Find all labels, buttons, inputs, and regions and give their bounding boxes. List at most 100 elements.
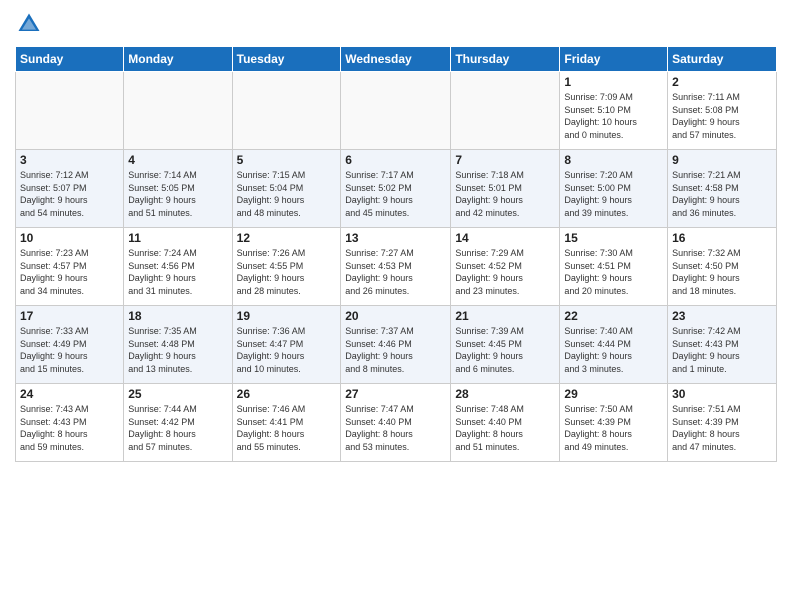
calendar-cell bbox=[124, 72, 232, 150]
day-info: Sunrise: 7:42 AM Sunset: 4:43 PM Dayligh… bbox=[672, 325, 772, 375]
day-info: Sunrise: 7:43 AM Sunset: 4:43 PM Dayligh… bbox=[20, 403, 119, 453]
day-number: 11 bbox=[128, 231, 227, 245]
day-info: Sunrise: 7:40 AM Sunset: 4:44 PM Dayligh… bbox=[564, 325, 663, 375]
day-number: 6 bbox=[345, 153, 446, 167]
day-info: Sunrise: 7:36 AM Sunset: 4:47 PM Dayligh… bbox=[237, 325, 337, 375]
day-info: Sunrise: 7:48 AM Sunset: 4:40 PM Dayligh… bbox=[455, 403, 555, 453]
day-info: Sunrise: 7:29 AM Sunset: 4:52 PM Dayligh… bbox=[455, 247, 555, 297]
day-info: Sunrise: 7:23 AM Sunset: 4:57 PM Dayligh… bbox=[20, 247, 119, 297]
calendar-cell: 12Sunrise: 7:26 AM Sunset: 4:55 PM Dayli… bbox=[232, 228, 341, 306]
day-number: 9 bbox=[672, 153, 772, 167]
calendar-week-row: 17 Sunrise: 7:33 AM Sunset: 4:49 PM Dayli… bbox=[16, 306, 777, 384]
calendar-cell: 29Sunrise: 7:50 AM Sunset: 4:39 PM Dayli… bbox=[560, 384, 668, 462]
calendar-cell: 1Sunrise: 7:09 AM Sunset: 5:10 PM Daylig… bbox=[560, 72, 668, 150]
day-number: 13 bbox=[345, 231, 446, 245]
calendar-week-row: 24 Sunrise: 7:43 AM Sunset: 4:43 PM Dayli… bbox=[16, 384, 777, 462]
calendar-cell: 22 Sunrise: 7:40 AM Sunset: 4:44 PM Dayli… bbox=[560, 306, 668, 384]
day-number: 5 bbox=[237, 153, 337, 167]
calendar-cell: 9 Sunrise: 7:21 AM Sunset: 4:58 PM Daylig… bbox=[668, 150, 777, 228]
calendar-table: SundayMondayTuesdayWednesdayThursdayFrid… bbox=[15, 46, 777, 462]
day-number: 25 bbox=[128, 387, 227, 401]
calendar-cell: 24 Sunrise: 7:43 AM Sunset: 4:43 PM Dayli… bbox=[16, 384, 124, 462]
calendar-cell: 13 Sunrise: 7:27 AM Sunset: 4:53 PM Dayli… bbox=[341, 228, 451, 306]
day-number: 1 bbox=[564, 75, 663, 89]
calendar-week-row: 10 Sunrise: 7:23 AM Sunset: 4:57 PM Dayli… bbox=[16, 228, 777, 306]
day-info: Sunrise: 7:37 AM Sunset: 4:46 PM Dayligh… bbox=[345, 325, 446, 375]
weekday-header-thursday: Thursday bbox=[451, 47, 560, 72]
day-number: 2 bbox=[672, 75, 772, 89]
day-number: 24 bbox=[20, 387, 119, 401]
day-info: Sunrise: 7:27 AM Sunset: 4:53 PM Dayligh… bbox=[345, 247, 446, 297]
day-number: 17 bbox=[20, 309, 119, 323]
day-info: Sunrise: 7:18 AM Sunset: 5:01 PM Dayligh… bbox=[455, 169, 555, 219]
calendar-week-row: 3 Sunrise: 7:12 AM Sunset: 5:07 PM Daylig… bbox=[16, 150, 777, 228]
day-number: 30 bbox=[672, 387, 772, 401]
calendar-cell: 4Sunrise: 7:14 AM Sunset: 5:05 PM Daylig… bbox=[124, 150, 232, 228]
weekday-header-tuesday: Tuesday bbox=[232, 47, 341, 72]
calendar-cell: 18Sunrise: 7:35 AM Sunset: 4:48 PM Dayli… bbox=[124, 306, 232, 384]
day-info: Sunrise: 7:39 AM Sunset: 4:45 PM Dayligh… bbox=[455, 325, 555, 375]
day-number: 10 bbox=[20, 231, 119, 245]
day-number: 8 bbox=[564, 153, 663, 167]
calendar-cell: 7 Sunrise: 7:18 AM Sunset: 5:01 PM Daylig… bbox=[451, 150, 560, 228]
logo-icon bbox=[15, 10, 43, 38]
calendar-cell: 15 Sunrise: 7:30 AM Sunset: 4:51 PM Dayli… bbox=[560, 228, 668, 306]
day-info: Sunrise: 7:12 AM Sunset: 5:07 PM Dayligh… bbox=[20, 169, 119, 219]
day-info: Sunrise: 7:32 AM Sunset: 4:50 PM Dayligh… bbox=[672, 247, 772, 297]
day-number: 29 bbox=[564, 387, 663, 401]
day-number: 7 bbox=[455, 153, 555, 167]
logo bbox=[15, 10, 47, 38]
calendar-cell: 26 Sunrise: 7:46 AM Sunset: 4:41 PM Dayli… bbox=[232, 384, 341, 462]
day-info: Sunrise: 7:44 AM Sunset: 4:42 PM Dayligh… bbox=[128, 403, 227, 453]
weekday-header-wednesday: Wednesday bbox=[341, 47, 451, 72]
day-info: Sunrise: 7:21 AM Sunset: 4:58 PM Dayligh… bbox=[672, 169, 772, 219]
day-info: Sunrise: 7:35 AM Sunset: 4:48 PM Dayligh… bbox=[128, 325, 227, 375]
calendar-cell: 10 Sunrise: 7:23 AM Sunset: 4:57 PM Dayli… bbox=[16, 228, 124, 306]
day-number: 28 bbox=[455, 387, 555, 401]
calendar-cell: 20 Sunrise: 7:37 AM Sunset: 4:46 PM Dayli… bbox=[341, 306, 451, 384]
day-info: Sunrise: 7:20 AM Sunset: 5:00 PM Dayligh… bbox=[564, 169, 663, 219]
day-info: Sunrise: 7:15 AM Sunset: 5:04 PM Dayligh… bbox=[237, 169, 337, 219]
day-info: Sunrise: 7:24 AM Sunset: 4:56 PM Dayligh… bbox=[128, 247, 227, 297]
calendar-cell bbox=[451, 72, 560, 150]
calendar-cell: 5 Sunrise: 7:15 AM Sunset: 5:04 PM Daylig… bbox=[232, 150, 341, 228]
calendar-cell: 6 Sunrise: 7:17 AM Sunset: 5:02 PM Daylig… bbox=[341, 150, 451, 228]
day-number: 16 bbox=[672, 231, 772, 245]
calendar-cell: 2 Sunrise: 7:11 AM Sunset: 5:08 PM Daylig… bbox=[668, 72, 777, 150]
day-info: Sunrise: 7:30 AM Sunset: 4:51 PM Dayligh… bbox=[564, 247, 663, 297]
day-number: 22 bbox=[564, 309, 663, 323]
day-info: Sunrise: 7:46 AM Sunset: 4:41 PM Dayligh… bbox=[237, 403, 337, 453]
calendar-cell: 23 Sunrise: 7:42 AM Sunset: 4:43 PM Dayli… bbox=[668, 306, 777, 384]
calendar-cell: 25 Sunrise: 7:44 AM Sunset: 4:42 PM Dayli… bbox=[124, 384, 232, 462]
page-header bbox=[15, 10, 777, 38]
calendar-cell: 19Sunrise: 7:36 AM Sunset: 4:47 PM Dayli… bbox=[232, 306, 341, 384]
day-number: 27 bbox=[345, 387, 446, 401]
day-number: 15 bbox=[564, 231, 663, 245]
day-info: Sunrise: 7:17 AM Sunset: 5:02 PM Dayligh… bbox=[345, 169, 446, 219]
calendar-cell: 11 Sunrise: 7:24 AM Sunset: 4:56 PM Dayli… bbox=[124, 228, 232, 306]
day-number: 21 bbox=[455, 309, 555, 323]
day-info: Sunrise: 7:33 AM Sunset: 4:49 PM Dayligh… bbox=[20, 325, 119, 375]
day-info: Sunrise: 7:47 AM Sunset: 4:40 PM Dayligh… bbox=[345, 403, 446, 453]
calendar-header-row: SundayMondayTuesdayWednesdayThursdayFrid… bbox=[16, 47, 777, 72]
day-info: Sunrise: 7:11 AM Sunset: 5:08 PM Dayligh… bbox=[672, 91, 772, 141]
day-info: Sunrise: 7:26 AM Sunset: 4:55 PM Dayligh… bbox=[237, 247, 337, 297]
day-number: 23 bbox=[672, 309, 772, 323]
calendar-cell: 17 Sunrise: 7:33 AM Sunset: 4:49 PM Dayli… bbox=[16, 306, 124, 384]
day-info: Sunrise: 7:51 AM Sunset: 4:39 PM Dayligh… bbox=[672, 403, 772, 453]
weekday-header-friday: Friday bbox=[560, 47, 668, 72]
calendar-cell bbox=[341, 72, 451, 150]
day-number: 20 bbox=[345, 309, 446, 323]
weekday-header-sunday: Sunday bbox=[16, 47, 124, 72]
day-info: Sunrise: 7:14 AM Sunset: 5:05 PM Dayligh… bbox=[128, 169, 227, 219]
calendar-cell: 21 Sunrise: 7:39 AM Sunset: 4:45 PM Dayli… bbox=[451, 306, 560, 384]
calendar-cell bbox=[232, 72, 341, 150]
day-number: 26 bbox=[237, 387, 337, 401]
calendar-week-row: 1Sunrise: 7:09 AM Sunset: 5:10 PM Daylig… bbox=[16, 72, 777, 150]
day-number: 3 bbox=[20, 153, 119, 167]
calendar-cell: 27 Sunrise: 7:47 AM Sunset: 4:40 PM Dayli… bbox=[341, 384, 451, 462]
calendar-cell: 30 Sunrise: 7:51 AM Sunset: 4:39 PM Dayli… bbox=[668, 384, 777, 462]
calendar-cell: 16 Sunrise: 7:32 AM Sunset: 4:50 PM Dayli… bbox=[668, 228, 777, 306]
calendar-cell: 8 Sunrise: 7:20 AM Sunset: 5:00 PM Daylig… bbox=[560, 150, 668, 228]
calendar-cell: 28 Sunrise: 7:48 AM Sunset: 4:40 PM Dayli… bbox=[451, 384, 560, 462]
